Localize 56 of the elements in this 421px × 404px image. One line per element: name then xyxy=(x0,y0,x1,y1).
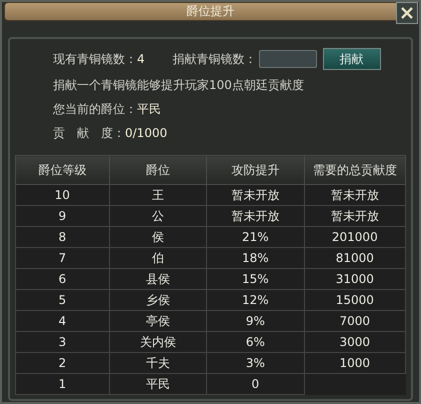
table-cell: 5 xyxy=(16,290,110,310)
table-cell: 12% xyxy=(206,290,304,310)
table-cell: 平民 xyxy=(109,374,207,394)
donate-button[interactable]: 捐献 xyxy=(322,48,381,70)
table-cell: 暂未开放 xyxy=(304,206,406,226)
table-cell: 1000 xyxy=(304,352,406,374)
table-cell: 21% xyxy=(206,226,304,248)
close-button[interactable] xyxy=(396,2,418,24)
close-icon xyxy=(400,6,414,20)
table-cell: 3000 xyxy=(304,332,406,352)
rank-label: 您当前的爵位： xyxy=(53,100,137,118)
table-cell: 乡侯 xyxy=(109,290,207,310)
table-cell: 9% xyxy=(206,310,304,332)
info-text: 捐献一个青铜镜能够提升玩家100点朝廷贡献度 xyxy=(53,76,304,94)
table-cell: 8 xyxy=(16,226,110,248)
contribution-value: 0/1000 xyxy=(125,126,168,140)
table-cell: 县侯 xyxy=(109,268,207,290)
table-cell: 7 xyxy=(16,248,110,268)
table-cell: 王 xyxy=(109,184,207,206)
table-cell: 3% xyxy=(206,352,304,374)
table-cell: 暂未开放 xyxy=(304,184,406,206)
window-title: 爵位提升 xyxy=(186,3,234,20)
contribution-label: 贡 献 度： xyxy=(53,124,125,142)
column-header: 爵位 xyxy=(109,156,207,184)
table-cell: 千夫 xyxy=(109,352,207,374)
table-cell: 201000 xyxy=(304,226,406,248)
table-cell: 0 xyxy=(206,374,304,394)
column-header: 需要的总贡献度 xyxy=(304,156,406,184)
table-cell: 15% xyxy=(206,268,304,290)
table-cell: 6% xyxy=(206,332,304,352)
table-cell: 暂未开放 xyxy=(206,184,304,206)
column-header: 爵位等级 xyxy=(16,156,110,184)
table-cell: 81000 xyxy=(304,248,406,268)
table-cell: 9 xyxy=(16,206,110,226)
table-cell: 7000 xyxy=(304,310,406,332)
table-cell: 亭侯 xyxy=(109,310,207,332)
table-cell: 暂未开放 xyxy=(206,206,304,226)
table-cell: 31000 xyxy=(304,268,406,290)
table-cell: 4 xyxy=(16,310,110,332)
column-header: 攻防提升 xyxy=(206,156,304,184)
table-cell: 伯 xyxy=(109,248,207,268)
owned-label: 现有青铜镜数： xyxy=(53,50,137,68)
amount-label: 捐献青铜镜数： xyxy=(172,50,257,68)
table-cell: 18% xyxy=(206,248,304,268)
table-cell: 2 xyxy=(16,352,110,374)
table-cell: 关内侯 xyxy=(109,332,207,352)
table-cell: 6 xyxy=(16,268,110,290)
table-cell: 10 xyxy=(16,184,110,206)
table-cell: 公 xyxy=(109,206,207,226)
table-cell: 15000 xyxy=(304,290,406,310)
table-cell: 1 xyxy=(16,374,110,394)
table-cell: 侯 xyxy=(109,226,207,248)
owned-value: 4 xyxy=(137,52,145,66)
amount-input-field[interactable] xyxy=(258,50,317,68)
rank-value: 平民 xyxy=(137,100,161,118)
table-cell: 3 xyxy=(16,332,110,352)
